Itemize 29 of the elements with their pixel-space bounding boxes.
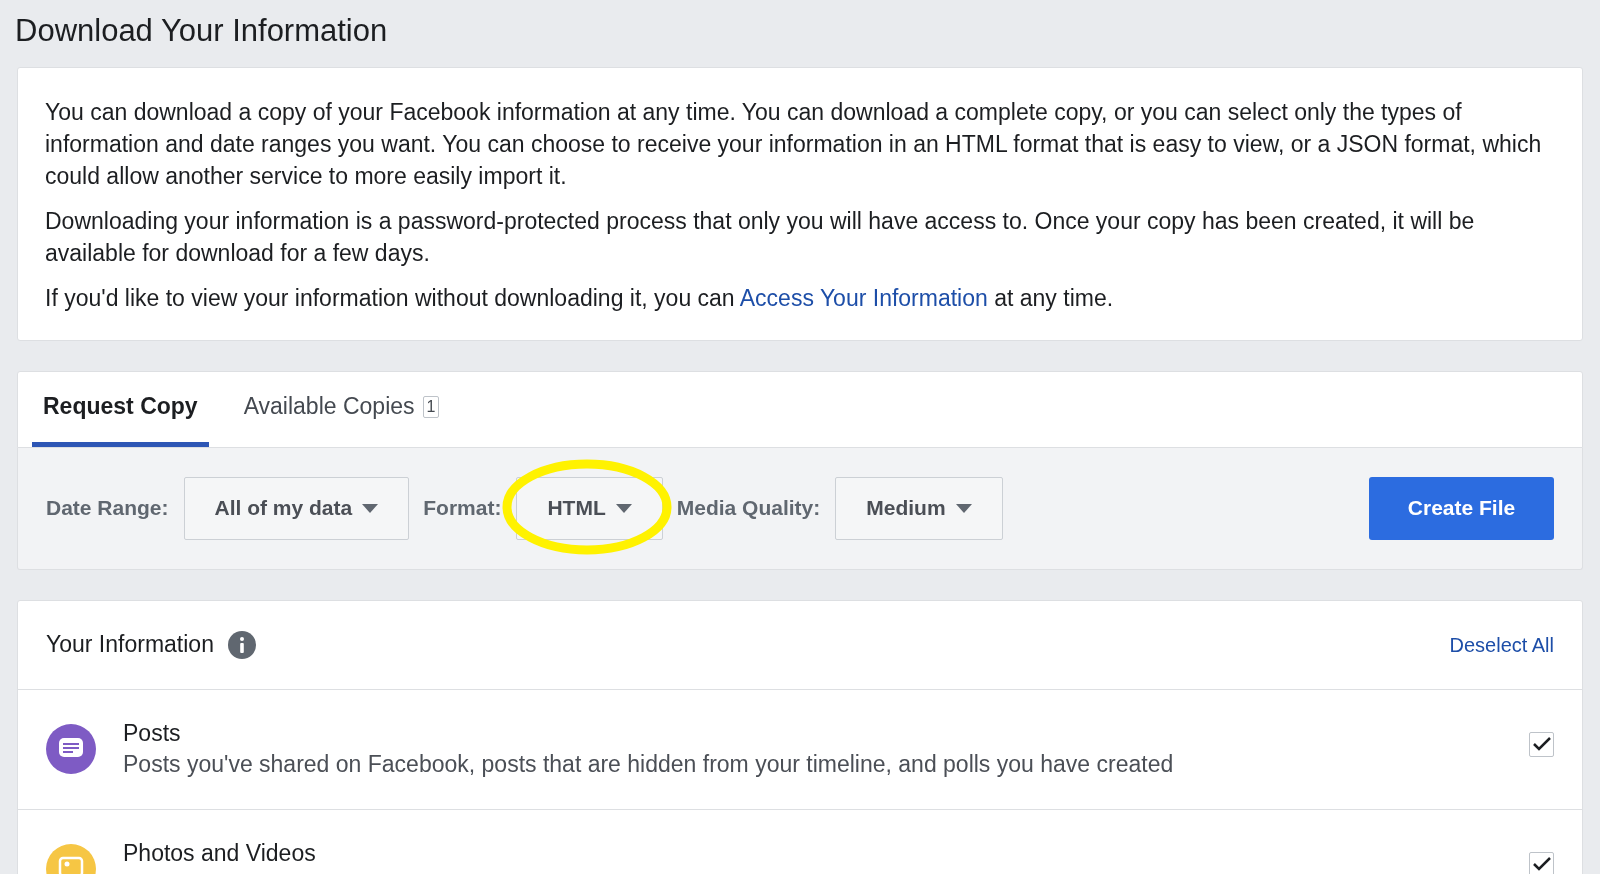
checkbox[interactable] [1529, 851, 1554, 874]
check-icon [1531, 856, 1552, 872]
page-title: Download Your Information [15, 12, 389, 50]
information-row[interactable]: Photos and Videos [18, 809, 1582, 874]
intro-paragraph: You can download a copy of your Facebook information at any time. You can download a complete copy, or you can select only the types of information and date ranges you want. You can choose to receive your information in an HTML format that is easy to view, or a JSON format, which could allow another service to more easily import it. [45, 97, 1543, 191]
item-description: Posts you've shared on Facebook, posts that are hidden from your timeline, and polls you have created [123, 749, 1175, 779]
option-label: Media Quality: [676, 495, 821, 522]
check-icon [1531, 736, 1552, 752]
option-label: Format: [423, 495, 502, 522]
access-paragraph: If you'd like to view your information without downloading it, you can Access Your Information at any time. [45, 283, 1115, 313]
dropdown[interactable]: Medium [835, 476, 1003, 540]
caret-icon [615, 503, 632, 513]
info-icon [227, 630, 256, 659]
caret-icon [955, 503, 972, 513]
intro-paragraph: Downloading your information is a password-protected process that only you will have access to. Once your copy has been created, it will be available for download for a few days. [45, 206, 1476, 268]
information-row[interactable]: Posts Posts you've shared on Facebook, posts that are hidden from your timeline, and polls you have created [18, 689, 1582, 810]
dropdown[interactable]: All of my data [183, 476, 410, 540]
count-badge: 1 [422, 395, 440, 418]
caret-icon [362, 503, 379, 513]
dropdown[interactable]: HTML [516, 476, 663, 540]
access-information-link[interactable]: Access Your Information [739, 284, 988, 311]
create-file-button[interactable]: Create File [1369, 476, 1554, 540]
item-title: Posts [123, 718, 182, 748]
deselect-all-link[interactable]: Deselect All [1449, 629, 1554, 660]
section-title: Your Information [46, 630, 214, 660]
option-label: Date Range: [46, 495, 169, 522]
tab[interactable]: Available Copies 1 [232, 371, 451, 447]
checkbox[interactable] [1529, 731, 1554, 757]
item-title: Photos and Videos [123, 838, 317, 868]
